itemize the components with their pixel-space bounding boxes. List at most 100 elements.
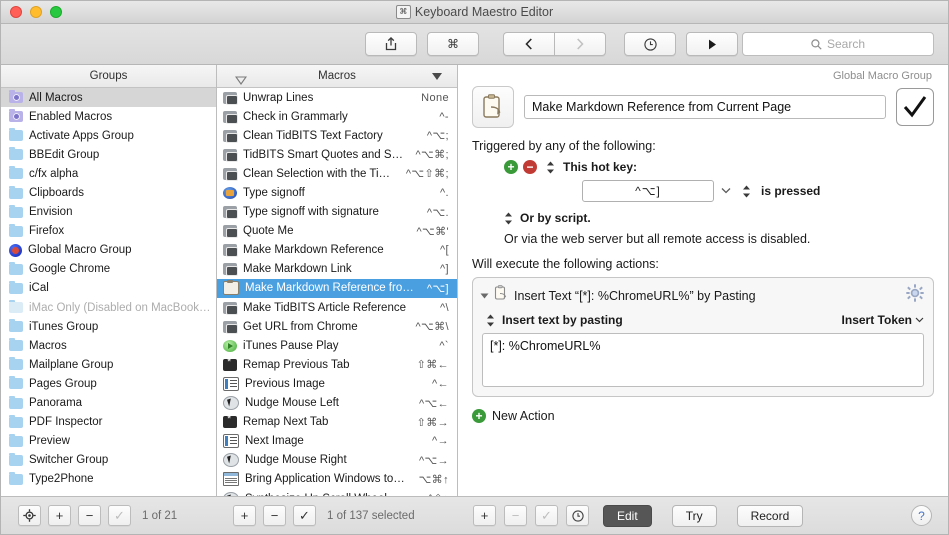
sort-descending-icon[interactable] bbox=[431, 72, 443, 81]
group-row[interactable]: Activate Apps Group bbox=[1, 126, 216, 145]
macro-row[interactable]: Quote Me ^⌥⌘' bbox=[217, 222, 457, 241]
toggle-group-enabled-button[interactable]: ✓ bbox=[108, 505, 131, 526]
group-row[interactable]: iTunes Group bbox=[1, 317, 216, 336]
group-row[interactable]: Google Chrome bbox=[1, 260, 216, 279]
action-timing-button[interactable] bbox=[566, 505, 589, 526]
record-button[interactable]: Record bbox=[736, 504, 804, 527]
macros-pane: Macros Unwrap Lines None Check in Grammarl… bbox=[217, 65, 458, 496]
group-row[interactable]: Firefox bbox=[1, 222, 216, 241]
macro-icon[interactable] bbox=[472, 86, 514, 128]
macro-icon bbox=[223, 320, 238, 334]
forward-button[interactable] bbox=[554, 32, 606, 56]
remove-group-button[interactable]: − bbox=[78, 505, 101, 526]
macro-detail-pane: Global Macro Group Make Markdown Referen… bbox=[458, 65, 948, 496]
groups-list[interactable]: All Macros Enabled Macros Activate Apps Gr… bbox=[1, 88, 216, 496]
macro-row[interactable]: Bring Application Windows to… ⌥⌘↑ bbox=[217, 470, 457, 489]
toggle-action-enabled-button[interactable]: ✓ bbox=[535, 505, 558, 526]
group-row[interactable]: Global Macro Group bbox=[1, 241, 216, 260]
macro-row[interactable]: Next Image ^→ bbox=[217, 432, 457, 451]
folder-icon bbox=[9, 357, 23, 371]
add-macro-button[interactable]: + bbox=[233, 505, 256, 526]
group-label: Enabled Macros bbox=[29, 110, 113, 123]
new-action-plus-icon: + bbox=[472, 409, 486, 423]
search-placeholder: Search bbox=[826, 37, 866, 51]
action-text-input[interactable]: [*]: %ChromeURL% bbox=[482, 333, 924, 387]
group-row[interactable]: Mailplane Group bbox=[1, 355, 216, 374]
macro-name-input[interactable]: Make Markdown Reference from Current Pag… bbox=[524, 95, 886, 119]
remove-macro-button[interactable]: − bbox=[263, 505, 286, 526]
macro-row[interactable]: Make Markdown Reference fro… ^⌥] bbox=[217, 278, 457, 299]
macro-row[interactable]: TidBITS Smart Quotes and S… ^⌥⌘; bbox=[217, 145, 457, 164]
try-button[interactable]: Try bbox=[671, 504, 717, 527]
action-card[interactable]: Insert Text “[*]: %ChromeURL%” by Pastin… bbox=[472, 277, 934, 397]
group-row[interactable]: iMac Only (Disabled on MacBook… bbox=[1, 298, 216, 317]
macro-row[interactable]: Get URL from Chrome ^⌥⌘\ bbox=[217, 317, 457, 336]
run-button[interactable] bbox=[686, 32, 738, 56]
smart-group-folder-icon bbox=[9, 90, 23, 104]
macro-hotkey: ⌥⌘↑ bbox=[418, 473, 449, 486]
insert-token-menu[interactable]: Insert Token bbox=[842, 313, 924, 327]
macro-row[interactable]: Nudge Mouse Left ^⌥← bbox=[217, 394, 457, 413]
macro-row[interactable]: Type signoff with signature ^⌥. bbox=[217, 203, 457, 222]
macro-row[interactable]: Make Markdown Link ^] bbox=[217, 260, 457, 279]
macros-header: Macros bbox=[217, 65, 457, 88]
group-row[interactable]: iCal bbox=[1, 279, 216, 298]
script-stepper[interactable] bbox=[504, 212, 513, 225]
macro-row[interactable]: Clean Selection with the Ti… ^⌥⇧⌘; bbox=[217, 164, 457, 183]
disclosure-triangle-icon[interactable] bbox=[480, 293, 489, 298]
macro-row[interactable]: Nudge Mouse Right ^⌥→ bbox=[217, 451, 457, 470]
macro-name: Get URL from Chrome bbox=[243, 320, 358, 333]
hotkey-input[interactable]: ^⌥] bbox=[582, 180, 714, 202]
group-row[interactable]: Enabled Macros bbox=[1, 107, 216, 126]
command-button[interactable]: ⌘ bbox=[427, 32, 479, 56]
macro-row[interactable]: Make TidBITS Article Reference ^\ bbox=[217, 298, 457, 317]
group-label: iTunes Group bbox=[29, 320, 99, 333]
macro-row[interactable]: Remap Previous Tab ⇧⌘← bbox=[217, 355, 457, 374]
group-row[interactable]: All Macros bbox=[1, 88, 216, 108]
share-button[interactable] bbox=[365, 32, 417, 56]
group-row[interactable]: Panorama bbox=[1, 394, 216, 413]
remove-action-button[interactable]: − bbox=[504, 505, 527, 526]
help-button[interactable]: ? bbox=[911, 505, 932, 526]
macro-row[interactable]: Previous Image ^← bbox=[217, 374, 457, 393]
group-row[interactable]: BBEdit Group bbox=[1, 145, 216, 164]
add-group-button[interactable]: + bbox=[48, 505, 71, 526]
insert-mode-group[interactable]: Insert text by pasting bbox=[482, 313, 623, 327]
macro-row[interactable]: Type signoff ^. bbox=[217, 183, 457, 202]
edit-button[interactable]: Edit bbox=[603, 504, 652, 527]
macro-row[interactable]: Check in Grammarly ^- bbox=[217, 107, 457, 126]
group-row[interactable]: Type2Phone bbox=[1, 470, 216, 489]
macro-row[interactable]: Unwrap Lines None bbox=[217, 88, 457, 107]
trigger-type-stepper[interactable] bbox=[546, 161, 555, 174]
trigger-clock-button[interactable] bbox=[624, 32, 676, 56]
macro-row[interactable]: Clean TidBITS Text Factory ^⌥; bbox=[217, 126, 457, 145]
search-field[interactable]: Search bbox=[742, 32, 934, 56]
group-row[interactable]: Switcher Group bbox=[1, 451, 216, 470]
insert-mode-stepper[interactable] bbox=[486, 314, 495, 327]
macro-row[interactable]: Remap Next Tab ⇧⌘→ bbox=[217, 413, 457, 432]
remove-trigger-button[interactable]: − bbox=[523, 160, 537, 174]
new-action-button[interactable]: + New Action bbox=[472, 409, 934, 423]
group-row[interactable]: PDF Inspector bbox=[1, 413, 216, 432]
toggle-macro-enabled-button[interactable]: ✓ bbox=[293, 505, 316, 526]
group-row[interactable]: Macros bbox=[1, 336, 216, 355]
back-button[interactable] bbox=[503, 32, 554, 56]
group-label: BBEdit Group bbox=[29, 148, 100, 161]
macro-row[interactable]: iTunes Pause Play ^` bbox=[217, 336, 457, 355]
macro-enabled-toggle[interactable] bbox=[896, 88, 934, 126]
group-row[interactable]: Clipboards bbox=[1, 183, 216, 202]
clock-icon bbox=[643, 37, 657, 51]
group-row[interactable]: Preview bbox=[1, 432, 216, 451]
add-action-button[interactable]: + bbox=[473, 505, 496, 526]
group-row[interactable]: Envision bbox=[1, 203, 216, 222]
action-gear-icon[interactable] bbox=[906, 284, 924, 307]
group-row[interactable]: c/fx alpha bbox=[1, 164, 216, 183]
group-row[interactable]: Pages Group bbox=[1, 374, 216, 393]
macros-list[interactable]: Unwrap Lines None Check in Grammarly ^- Clea… bbox=[217, 88, 457, 496]
hotkey-dropdown-icon[interactable] bbox=[721, 185, 731, 197]
macro-row[interactable]: Synthesize Up Scroll Wheel ^⇧↑ bbox=[217, 489, 457, 496]
hotkey-condition-stepper[interactable] bbox=[742, 185, 751, 198]
add-trigger-button[interactable]: + bbox=[504, 160, 518, 174]
macro-row[interactable]: Make Markdown Reference ^[ bbox=[217, 241, 457, 260]
groups-target-button[interactable] bbox=[18, 505, 41, 526]
